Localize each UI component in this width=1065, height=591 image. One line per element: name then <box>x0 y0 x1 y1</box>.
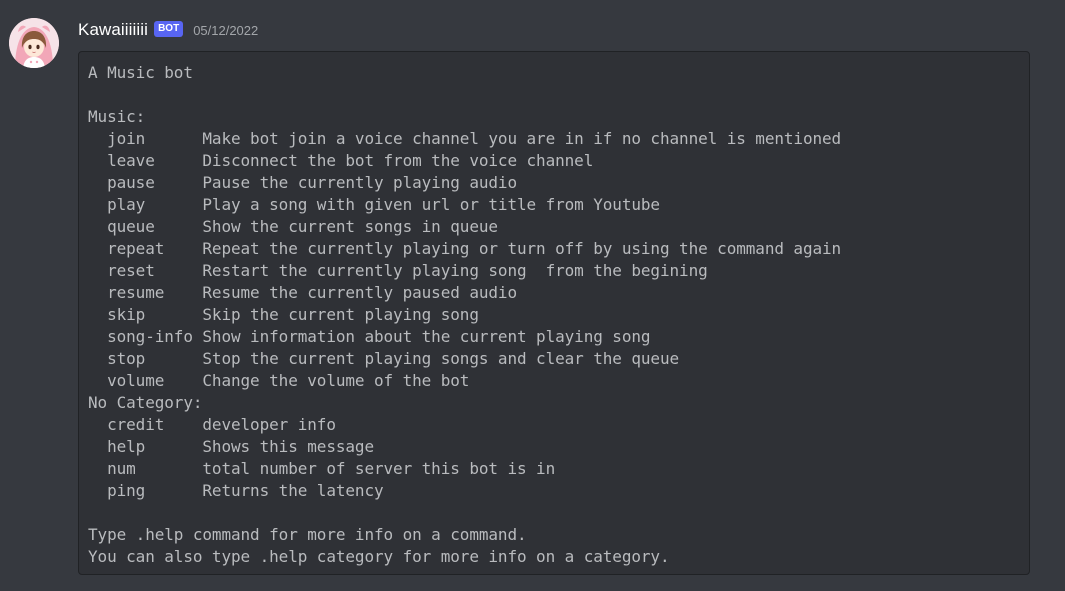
code-line: pause Pause the currently playing audio <box>88 173 517 192</box>
code-line: repeat Repeat the currently playing or t… <box>88 239 842 258</box>
code-line: volume Change the volume of the bot <box>88 371 470 390</box>
code-line: No Category: <box>88 393 203 412</box>
anime-girl-avatar-icon <box>9 18 59 68</box>
code-line: resume Resume the currently paused audio <box>88 283 517 302</box>
code-line: help Shows this message <box>88 437 374 456</box>
code-block: A Music bot Music: join Make bot join a … <box>78 51 1030 575</box>
code-text: A Music bot Music: join Make bot join a … <box>88 62 1029 568</box>
message-header: Kawaiiiiiii BOT 05/12/2022 <box>78 18 258 42</box>
code-line: skip Skip the current playing song <box>88 305 479 324</box>
code-line: num total number of server this bot is i… <box>88 459 556 478</box>
code-line: credit developer info <box>88 415 336 434</box>
code-line: stop Stop the current playing songs and … <box>88 349 680 368</box>
username[interactable]: Kawaiiiiiii <box>78 20 148 40</box>
avatar[interactable] <box>9 18 59 68</box>
code-line: queue Show the current songs in queue <box>88 217 498 236</box>
code-line: join Make bot join a voice channel you a… <box>88 129 842 148</box>
code-line: Music: <box>88 107 146 126</box>
code-line: ping Returns the latency <box>88 481 384 500</box>
code-line: play Play a song with given url or title… <box>88 195 660 214</box>
code-line: You can also type .help category for mor… <box>88 547 670 566</box>
bot-badge: BOT <box>154 21 184 37</box>
chat-message: Kawaiiiiiii BOT 05/12/2022 A Music bot M… <box>0 0 1065 591</box>
code-line: leave Disconnect the bot from the voice … <box>88 151 594 170</box>
code-line: reset Restart the currently playing song… <box>88 261 708 280</box>
code-line: song-info Show information about the cur… <box>88 327 651 346</box>
code-line: A Music bot <box>88 63 193 82</box>
code-line: Type .help command for more info on a co… <box>88 525 527 544</box>
timestamp[interactable]: 05/12/2022 <box>193 23 258 38</box>
